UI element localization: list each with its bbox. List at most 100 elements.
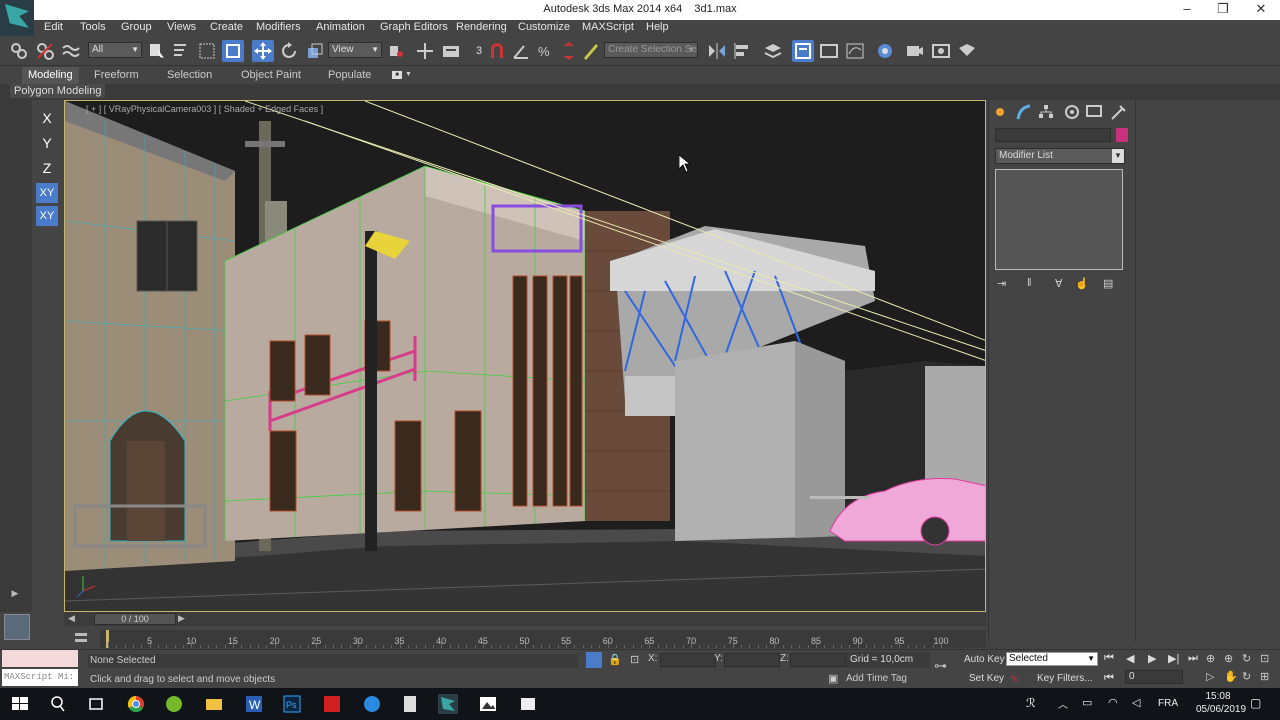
volume-icon[interactable]: ◁: [1132, 696, 1140, 709]
utorrent-icon[interactable]: [164, 694, 184, 714]
task-view-icon[interactable]: [86, 694, 106, 714]
battery-icon[interactable]: ▭: [1082, 696, 1092, 709]
time-slider-bar[interactable]: [64, 612, 986, 626]
key-filters-button[interactable]: Key Filters...: [1037, 673, 1093, 684]
motion-tab-icon[interactable]: [1062, 103, 1082, 121]
media-player-icon[interactable]: [518, 694, 538, 714]
modify-tab-icon[interactable]: [1014, 103, 1034, 121]
wifi-icon[interactable]: ◠: [1108, 696, 1118, 709]
percent-snap-icon[interactable]: %: [534, 40, 556, 62]
menu-customize[interactable]: Customize: [518, 21, 570, 33]
bind-space-warp-icon[interactable]: [60, 40, 82, 62]
pivot-center-icon[interactable]: [386, 40, 408, 62]
polygon-modeling-panel[interactable]: Polygon Modeling: [10, 84, 106, 98]
add-time-tag-button[interactable]: Add Time Tag: [846, 673, 907, 684]
rectangular-selection-icon[interactable]: [196, 40, 218, 62]
scene-explorer-icon[interactable]: [792, 40, 814, 62]
menu-modifiers[interactable]: Modifiers: [256, 21, 301, 33]
tab-modeling[interactable]: Modeling: [22, 67, 79, 84]
tab-object-paint[interactable]: Object Paint: [241, 69, 301, 81]
edit-named-selection-icon[interactable]: [580, 40, 602, 62]
time-slider-thumb[interactable]: 0 / 100: [94, 613, 176, 625]
field-of-view-icon[interactable]: ▷: [1206, 670, 1214, 683]
y-coordinate-field[interactable]: [724, 653, 780, 667]
tab-freeform[interactable]: Freeform: [94, 69, 139, 81]
input-language[interactable]: FRA: [1158, 698, 1178, 709]
align-icon[interactable]: [732, 40, 754, 62]
3ds-max-taskbar-icon[interactable]: [438, 694, 458, 714]
keyboard-shortcut-override-icon[interactable]: [440, 40, 462, 62]
select-and-scale-icon[interactable]: [304, 40, 326, 62]
x-coordinate-field[interactable]: [660, 653, 716, 667]
next-frame-icon[interactable]: ▶|: [1168, 652, 1179, 665]
menu-animation[interactable]: Animation: [316, 21, 365, 33]
viewport-layout-button[interactable]: [4, 614, 30, 640]
track-bar[interactable]: 5 10 15 20 25 30 35 40 45 50 55 60 65 70 75 80 85 90 95 100: [100, 630, 986, 648]
people-icon[interactable]: ℛ: [1026, 696, 1036, 710]
isolate-selection-icon[interactable]: [586, 652, 602, 668]
axis-xy-cycle-button[interactable]: XY: [36, 206, 58, 226]
go-to-end-icon[interactable]: ⏭: [1188, 652, 1198, 665]
zoom-all-icon[interactable]: ⊕: [1224, 652, 1233, 665]
show-end-result-icon[interactable]: ‖: [1027, 277, 1043, 291]
perspective-viewport[interactable]: [64, 100, 986, 612]
ribbon-options-icon[interactable]: ■: [392, 71, 402, 79]
menu-maxscript[interactable]: MAXScript: [582, 21, 634, 33]
previous-frame-icon[interactable]: ◀: [1126, 652, 1134, 665]
mirror-icon[interactable]: [706, 40, 728, 62]
object-name-field[interactable]: [995, 128, 1111, 142]
display-tab-icon[interactable]: [1084, 103, 1104, 121]
select-manipulate-icon[interactable]: [414, 40, 436, 62]
angle-snap-icon[interactable]: [510, 40, 532, 62]
absolute-mode-icon[interactable]: ⊡: [630, 653, 639, 666]
file-explorer-icon[interactable]: [204, 694, 224, 714]
maximize-button[interactable]: ❐: [1204, 0, 1242, 20]
time-tag-icon[interactable]: ▣: [828, 672, 838, 685]
select-and-rotate-icon[interactable]: [278, 40, 300, 62]
notifications-icon[interactable]: ▢: [1250, 696, 1261, 710]
key-set-dropdown[interactable]: Selected ▼: [1006, 652, 1098, 666]
sync-app-icon[interactable]: [362, 694, 382, 714]
menu-help[interactable]: Help: [646, 21, 669, 33]
menu-group[interactable]: Group: [121, 21, 152, 33]
link-icon[interactable]: [8, 40, 30, 62]
ribbon-options-chevron-icon[interactable]: ▼: [405, 71, 412, 78]
time-slider-prev-icon[interactable]: ◀: [68, 613, 75, 624]
snap-magnet-icon[interactable]: [486, 40, 508, 62]
chrome-icon[interactable]: [126, 694, 146, 714]
tab-selection[interactable]: Selection: [167, 69, 212, 81]
pin-stack-icon[interactable]: ⇥: [997, 277, 1013, 291]
go-to-start-icon[interactable]: ⏮: [1104, 652, 1114, 665]
search-icon[interactable]: [48, 694, 68, 714]
menu-graph-editors[interactable]: Graph Editors: [380, 21, 448, 33]
remove-modifier-icon[interactable]: ☝: [1075, 277, 1091, 291]
viewport-label[interactable]: [ + ] [ VRayPhysicalCamera003 ] [ Shaded…: [86, 104, 323, 114]
layer-manager-icon[interactable]: [762, 40, 784, 62]
current-frame-field[interactable]: 0: [1125, 670, 1183, 684]
maxscript-listener[interactable]: MAXScript Mi:: [2, 650, 78, 686]
z-coordinate-field[interactable]: [790, 653, 846, 667]
unlink-icon[interactable]: [34, 40, 56, 62]
curve-editor-icon[interactable]: [844, 40, 866, 62]
reference-coordinate-dropdown[interactable]: View ▼: [328, 42, 382, 58]
zoom-icon[interactable]: ⊕: [1206, 652, 1215, 665]
hierarchy-tab-icon[interactable]: [1036, 103, 1056, 121]
orbit-icon[interactable]: ↻: [1242, 652, 1251, 665]
menu-tools[interactable]: Tools: [80, 21, 106, 33]
tab-populate[interactable]: Populate: [328, 69, 371, 81]
photoshop-icon[interactable]: Ps: [282, 694, 302, 714]
create-tab-sun-icon[interactable]: [990, 103, 1010, 121]
auto-key-button[interactable]: Auto Key: [964, 654, 1005, 665]
acrobat-icon[interactable]: [322, 694, 342, 714]
render-production-icon[interactable]: [956, 40, 978, 62]
configure-modifier-sets-icon[interactable]: ▤: [1103, 277, 1119, 291]
utilities-tab-icon[interactable]: [1108, 103, 1128, 121]
graphite-ribbon-icon[interactable]: [818, 40, 840, 62]
selection-filter-dropdown[interactable]: All ▼: [88, 42, 142, 58]
select-and-move-icon[interactable]: [252, 40, 274, 62]
key-icon[interactable]: ⊶: [934, 658, 947, 674]
photos-icon[interactable]: [478, 694, 498, 714]
modifier-stack[interactable]: [995, 169, 1123, 270]
minimize-button[interactable]: –: [1168, 0, 1206, 20]
key-mode-curve-icon[interactable]: ∿: [1010, 672, 1019, 685]
